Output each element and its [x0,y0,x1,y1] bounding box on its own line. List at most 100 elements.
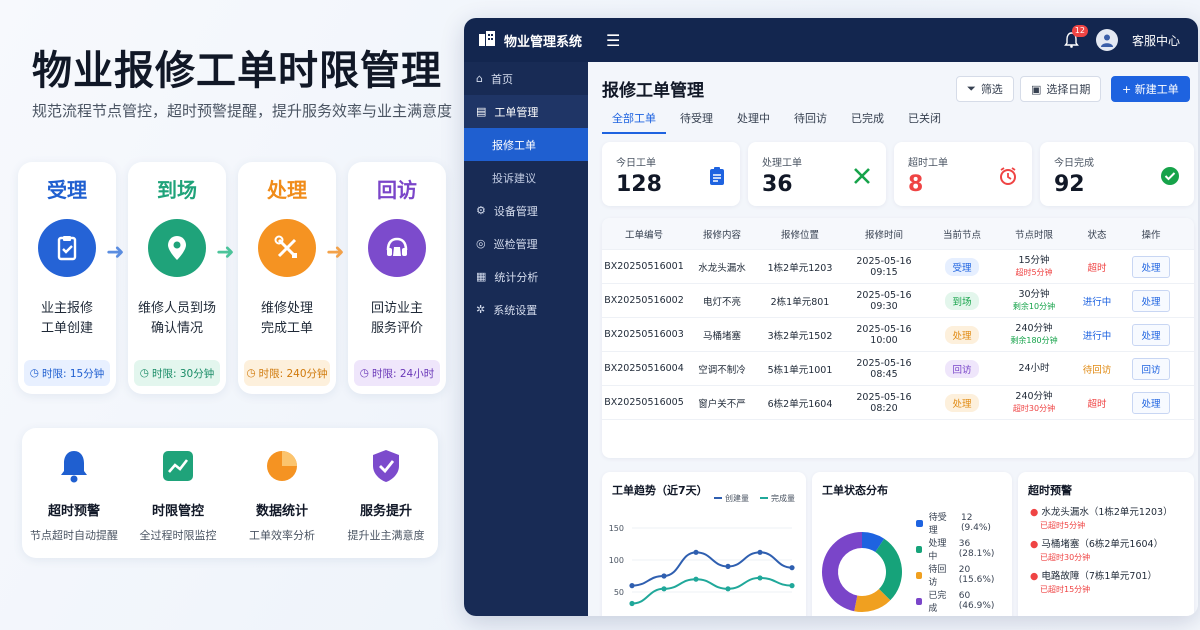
arrow-right-icon: ➜ [106,240,125,265]
order-location: 3栋2单元1502 [767,330,833,342]
order-location: 1栋2单元1203 [767,262,833,274]
feature-desc: 节点超时自动提醒 [30,529,118,542]
series-line-completed [631,576,793,605]
user-name[interactable]: 客服中心 [1132,32,1180,49]
app-brand[interactable]: 物业管理系统 [464,30,590,50]
table-row[interactable]: BX20250516002 电灯不亮 2栋1单元801 2025-05-16 09:3… [602,284,1194,318]
sidebar-item-label: 统计分析 [494,270,539,284]
avatar[interactable] [1095,29,1118,51]
stage-card-accept: 受理 业主报修 工单创建 ◷ 时限: 15分钟 [18,162,116,394]
overdue-item[interactable]: ● 水龙头漏水（1栋2单元1203） 已超时5分钟 [1030,506,1188,532]
new-order-label: + 新建工单 [1122,83,1179,96]
donut-slice-已完成 [822,532,862,612]
data-point [725,563,731,569]
stage-limit-badge: ◷ 时限: 30分钟 [134,360,220,386]
stage-card-process: 处理 维修处理 完成工单 ◷ 时限: 240分钟 [238,162,336,394]
node-limit-sub: 超时30分钟 [1012,403,1056,413]
node-limit: 240分钟 [1015,322,1053,334]
overdue-item[interactable]: ● 电路故障（7栋1单元701） 已超时15分钟 [1030,570,1188,596]
stage-desc: 业主报修 工单创建 [40,301,93,336]
table-row[interactable]: BX20250516004 空调不制冷 5栋1单元1001 2025-05-16 08… [602,352,1194,386]
page-title: 报修工单管理 [602,81,704,101]
overdue-item[interactable]: ● 马桶堵塞（6栋2单元1604） 已超时30分钟 [1030,538,1188,564]
legend-item: 处理中 36 (28.1%) [916,536,1012,562]
status-badge: 超时 [1087,262,1107,274]
feature-statistics: 数据统计 工单效率分析 [230,428,334,558]
action-button[interactable]: 回访 [1132,357,1170,380]
document-icon: ▤ [476,105,487,118]
top-bar: 物业管理系统 ☰ 12 客服中心 [464,18,1198,62]
action-button[interactable]: 处理 [1132,255,1170,278]
stage-title: 到场 [157,178,197,202]
stage-limit-text: 时限: 15分钟 [41,367,105,380]
node-badge: 回访 [945,359,979,378]
tab-closed[interactable]: 已关闭 [898,110,951,134]
legend-swatch [916,571,923,579]
table-header-cell: 报修时间 [864,229,903,241]
new-order-button[interactable]: + 新建工单 [1111,76,1190,102]
table-row[interactable]: BX20250516003 马桶堵塞 3栋2单元1502 2025-05-16 10:… [602,318,1194,352]
sidebar-item-equipment[interactable]: ⚙ 设备管理 [464,194,588,227]
hero-title: 物业报修工单时限管理 [32,48,442,94]
sidebar-item-label: 巡检管理 [493,237,538,251]
distribution-legend: 待受理 12 (9.4%) 处理中 36 (28.1%) 待回访 20 (15.6%)… [916,510,1012,614]
node-badge: 到场 [945,291,979,310]
tab-completed[interactable]: 已完成 [841,110,894,134]
table-row[interactable]: BX20250516001 水龙头漏水 1栋2单元1203 2025-05-16 09… [602,250,1194,284]
action-button[interactable]: 处理 [1132,391,1170,414]
tab-pending[interactable]: 待受理 [670,110,723,134]
sidebar-item-label: 报修工单 [492,138,536,152]
legend-label: 待受理 [928,513,947,536]
node-limit: 30分钟 [1018,288,1050,300]
tools-icon [258,219,316,277]
node-badge: 处理 [945,393,979,412]
tab-all[interactable]: 全部工单 [602,110,666,134]
sidebar-item-statistics[interactable]: ▦ 统计分析 [464,260,588,293]
sidebar-item-settings[interactable]: ✲ 系统设置 [464,293,588,326]
bell-icon [22,446,126,486]
y-tick-label: 50 [614,588,624,597]
stat-card-processing: 处理工单 36 [748,142,886,206]
data-point [789,565,795,571]
notification-bell-icon[interactable]: 12 [1062,25,1088,50]
overdue-item-text: 马桶堵塞（6栋2单元1604） [1041,539,1164,550]
status-badge: 待回访 [1082,364,1112,376]
check-circle-icon [1160,166,1180,190]
stage-card-arrive: 到场 维修人员到场 确认情况 ◷ 时限: 30分钟 [128,162,226,394]
tab-followup[interactable]: 待回访 [784,110,837,134]
data-point [789,583,795,589]
sidebar-item-label: 工单管理 [494,105,539,119]
sidebar-item-workorders[interactable]: ▤ 工单管理 [464,95,588,128]
sidebar-item-inspection[interactable]: ◎ 巡检管理 [464,227,588,260]
legend-label: 完成量 [771,493,795,503]
node-limit: 24小时 [1018,362,1050,374]
sidebar-item-repair-orders[interactable]: 报修工单 [464,128,588,161]
shield-check-icon [334,446,438,486]
alarm-clock-icon [998,166,1018,190]
sidebar-item-home[interactable]: ⌂ 首页 [464,62,588,95]
sidebar-item-complaints[interactable]: 投诉建议 [464,161,588,194]
clipboard-icon [708,166,726,190]
stage-card-followup: 回访 回访业主 服务评价 ◷ 时限: 24小时 [348,162,446,394]
menu-toggle-icon[interactable]: ☰ [606,31,620,50]
stage-desc: 维修处理 完成工单 [260,301,313,336]
order-location: 6栋2单元1604 [767,398,833,410]
feature-desc: 工单效率分析 [249,529,315,542]
arrow-right-icon: ➜ [326,240,345,265]
clock-icon: ◷ [246,367,256,379]
table-row[interactable]: BX20250516005 窗户关不严 6栋2单元1604 2025-05-16 08… [602,386,1194,420]
action-button[interactable]: 处理 [1132,323,1170,346]
stage-title: 处理 [267,178,307,202]
order-time: 2025-05-16 09:30 [856,289,912,312]
action-button[interactable]: 处理 [1132,289,1170,312]
legend-item: 待回访 20 (15.6%) [916,562,1012,588]
date-picker-button[interactable]: ▣ 选择日期 [1020,76,1102,102]
order-content: 水龙头漏水 [698,262,746,274]
stage-limit-text: 时限: 24小时 [371,367,435,380]
filter-button[interactable]: ⏷ 筛选 [956,76,1014,102]
tab-processing[interactable]: 处理中 [727,110,780,134]
data-point [757,575,763,581]
order-time: 2025-05-16 08:20 [856,391,912,414]
legend-swatch [916,545,923,553]
feature-panel: 超时预警 节点超时自动提醒 时限管控 全过程时限监控 数据统计 工单效率分析 服… [22,428,438,558]
